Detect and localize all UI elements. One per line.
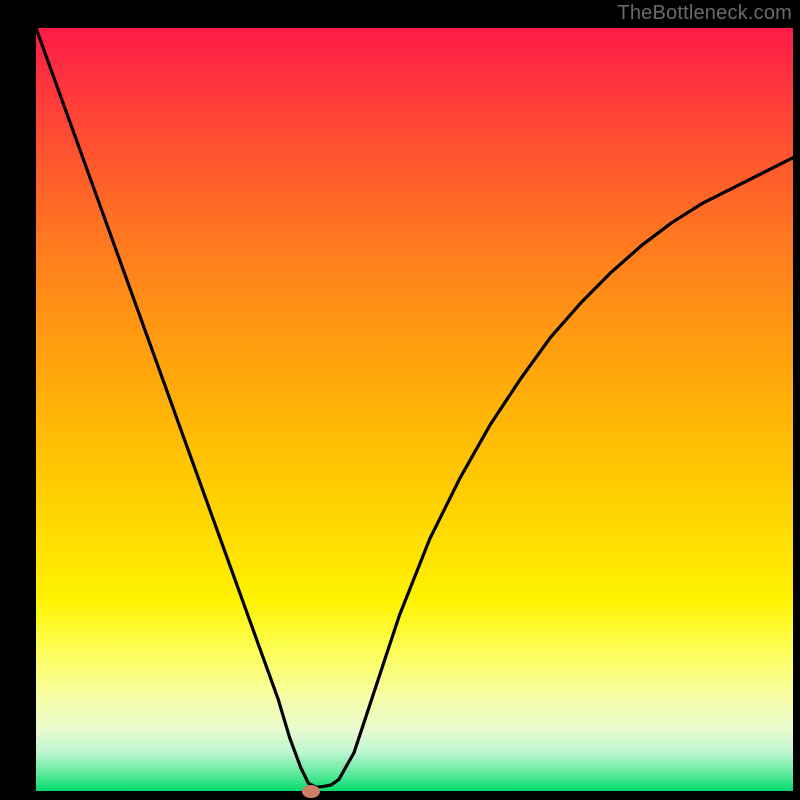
plot-background-gradient (36, 28, 793, 791)
watermark-text: TheBottleneck.com (617, 2, 792, 25)
chart-frame: TheBottleneck.com (0, 0, 800, 800)
optimal-point-marker (302, 785, 320, 798)
